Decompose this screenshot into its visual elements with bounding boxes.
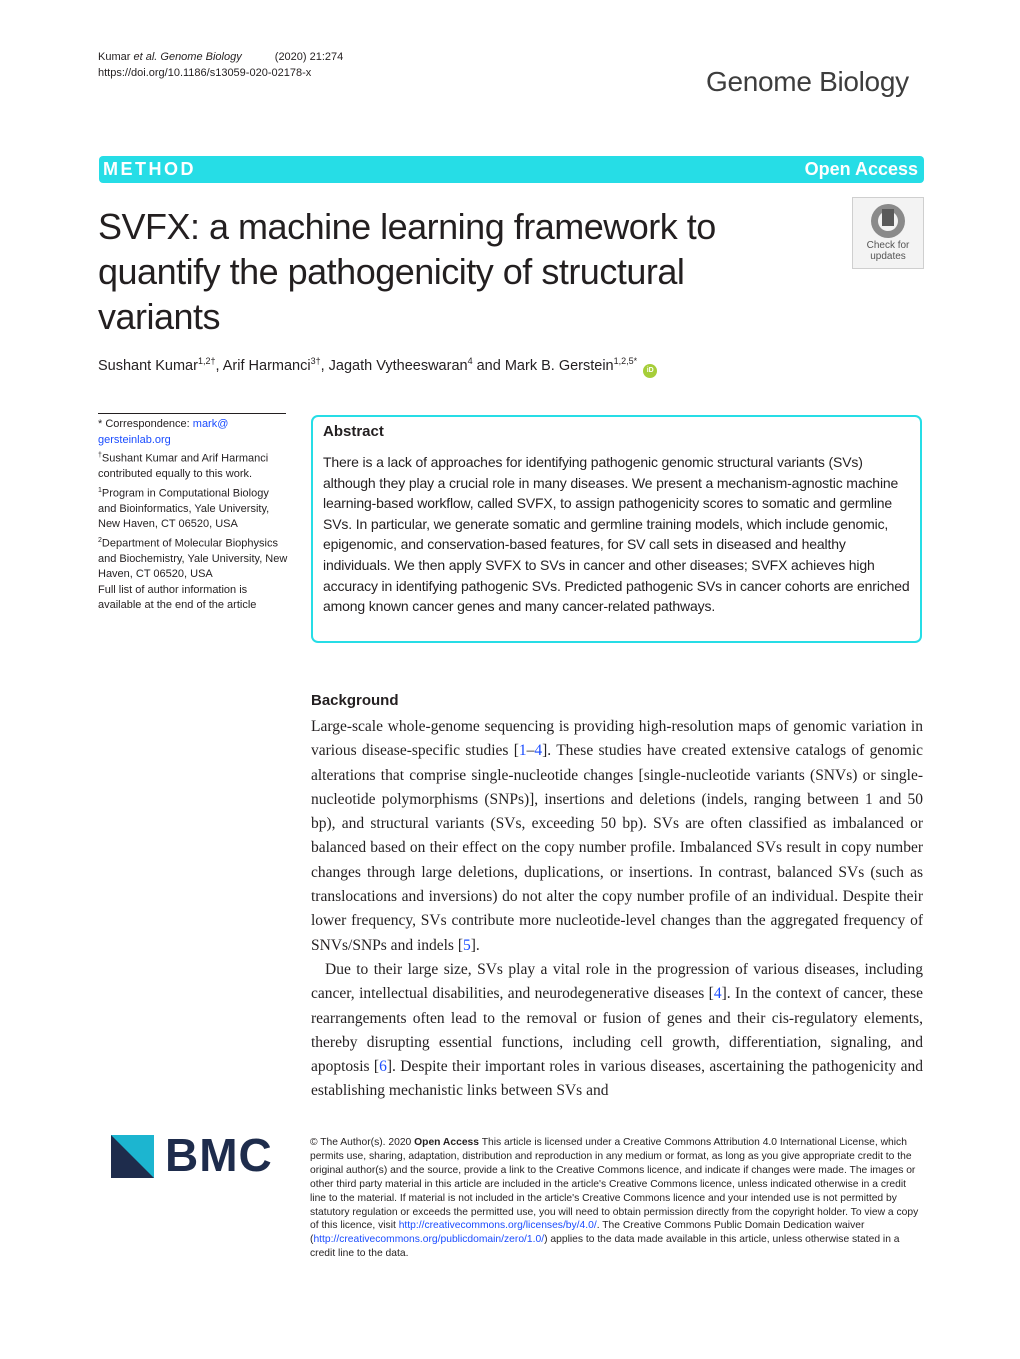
author-list: Sushant Kumar1,2†, Arif Harmanci3†, Jaga…	[98, 356, 658, 378]
author-separator: ,	[215, 357, 223, 374]
paragraph: Due to their large size, SVs play a vita…	[311, 958, 923, 1104]
doi-link[interactable]: https://doi.org/10.1186/s13059-020-02178…	[98, 65, 343, 81]
article-type-banner: METHOD Open Access	[99, 156, 924, 183]
bmc-logo-text: BMC	[165, 1129, 273, 1181]
crossmark-line-1: Check for	[866, 240, 910, 251]
full-author-info-note: Full list of author information is avail…	[98, 583, 257, 612]
correspondence: * Correspondence: mark@ gersteinlab.org	[98, 417, 290, 448]
author-separator: ,	[320, 357, 329, 374]
bmc-logo-icon	[111, 1135, 154, 1178]
text: ].	[470, 936, 480, 954]
crossmark-line-2: updates	[870, 251, 906, 262]
text: ]. These studies have created extensive …	[311, 742, 924, 954]
abstract-heading: Abstract	[323, 423, 384, 440]
journal-logo: Genome Biology	[706, 66, 909, 97]
background-heading: Background	[311, 692, 399, 709]
author-name: Mark B. Gerstein	[504, 357, 614, 374]
reference-link[interactable]: 6	[379, 1058, 387, 1075]
paragraph: Large-scale whole-genome sequencing is p…	[311, 715, 923, 958]
citation-year-volume: (2020) 21:274	[274, 51, 344, 63]
crossmark-icon-flag	[882, 209, 894, 226]
abstract-text: There is a lack of approaches for identi…	[323, 454, 910, 615]
author-affiliation-sup: 3†	[310, 356, 321, 366]
affiliation-divider	[98, 413, 286, 414]
text: © The Author(s). 2020	[310, 1137, 415, 1148]
author-name: Jagath Vytheeswaran	[328, 357, 468, 374]
author-name: Sushant Kumar	[98, 357, 198, 374]
affiliation-1: 1Program in Computational Biology and Bi…	[98, 483, 290, 533]
citation-authors: Kumar	[98, 51, 131, 63]
affiliation-2: 2Department of Molecular Biophysics and …	[98, 533, 290, 583]
citation-header: Kumar et al. Genome Biology (2020) 21:27…	[98, 49, 343, 81]
author-affiliation-sup: 1,2†	[197, 356, 216, 366]
citation-journal: Genome Biology	[160, 51, 242, 63]
reference-link[interactable]: 5	[463, 937, 471, 954]
bmc-logo: BMC	[111, 1129, 291, 1185]
note-text: Sushant Kumar and Arif Harmanci contribu…	[98, 452, 269, 481]
bmc-logo-triangle	[111, 1135, 154, 1178]
author-affiliation-sup: 1,2,5*	[613, 356, 638, 366]
text: This article is licensed under a Creativ…	[310, 1137, 919, 1232]
reference-link[interactable]: 1	[519, 742, 527, 759]
author-separator: and	[472, 357, 505, 374]
background-body: Large-scale whole-genome sequencing is p…	[311, 715, 923, 1104]
correspondence-email-link-cont[interactable]: gersteinlab.org	[98, 434, 171, 446]
article-title: SVFX: a machine learning framework to qu…	[98, 206, 716, 337]
open-access-label: Open Access	[804, 159, 918, 179]
orcid-icon[interactable]: iD	[643, 363, 658, 378]
text: ]. Despite their important roles in vari…	[311, 1058, 923, 1100]
citation-line: Kumar et al. Genome Biology (2020) 21:27…	[98, 49, 343, 65]
correspondence-email-link[interactable]: mark@	[193, 418, 229, 430]
reference-link[interactable]: 4	[534, 742, 542, 759]
cc-zero-link[interactable]: http://creativecommons.org/publicdomain/…	[313, 1234, 544, 1245]
affiliations: * Correspondence: mark@ gersteinlab.org …	[98, 417, 290, 614]
crossmark-label: Check for updates	[853, 240, 923, 262]
check-for-updates-button[interactable]: Check for updates	[852, 197, 924, 269]
open-access-bold: Open Access	[414, 1137, 480, 1148]
article-type-label: METHOD	[103, 159, 196, 179]
affiliation-text: Department of Molecular Biophysics and B…	[98, 537, 288, 581]
author-name: Arif Harmanci	[222, 357, 311, 374]
license-text: © The Author(s). 2020 Open Access This a…	[310, 1136, 922, 1261]
reference-link[interactable]: 4	[714, 985, 722, 1002]
cc-by-link[interactable]: http://creativecommons.org/licenses/by/4…	[399, 1220, 597, 1231]
citation-etal: et al.	[133, 51, 158, 63]
affiliation-text: Program in Computational Biology and Bio…	[98, 487, 270, 531]
equal-contribution-note: †Sushant Kumar and Arif Harmanci contrib…	[98, 448, 290, 483]
correspondence-label: * Correspondence:	[98, 418, 193, 430]
